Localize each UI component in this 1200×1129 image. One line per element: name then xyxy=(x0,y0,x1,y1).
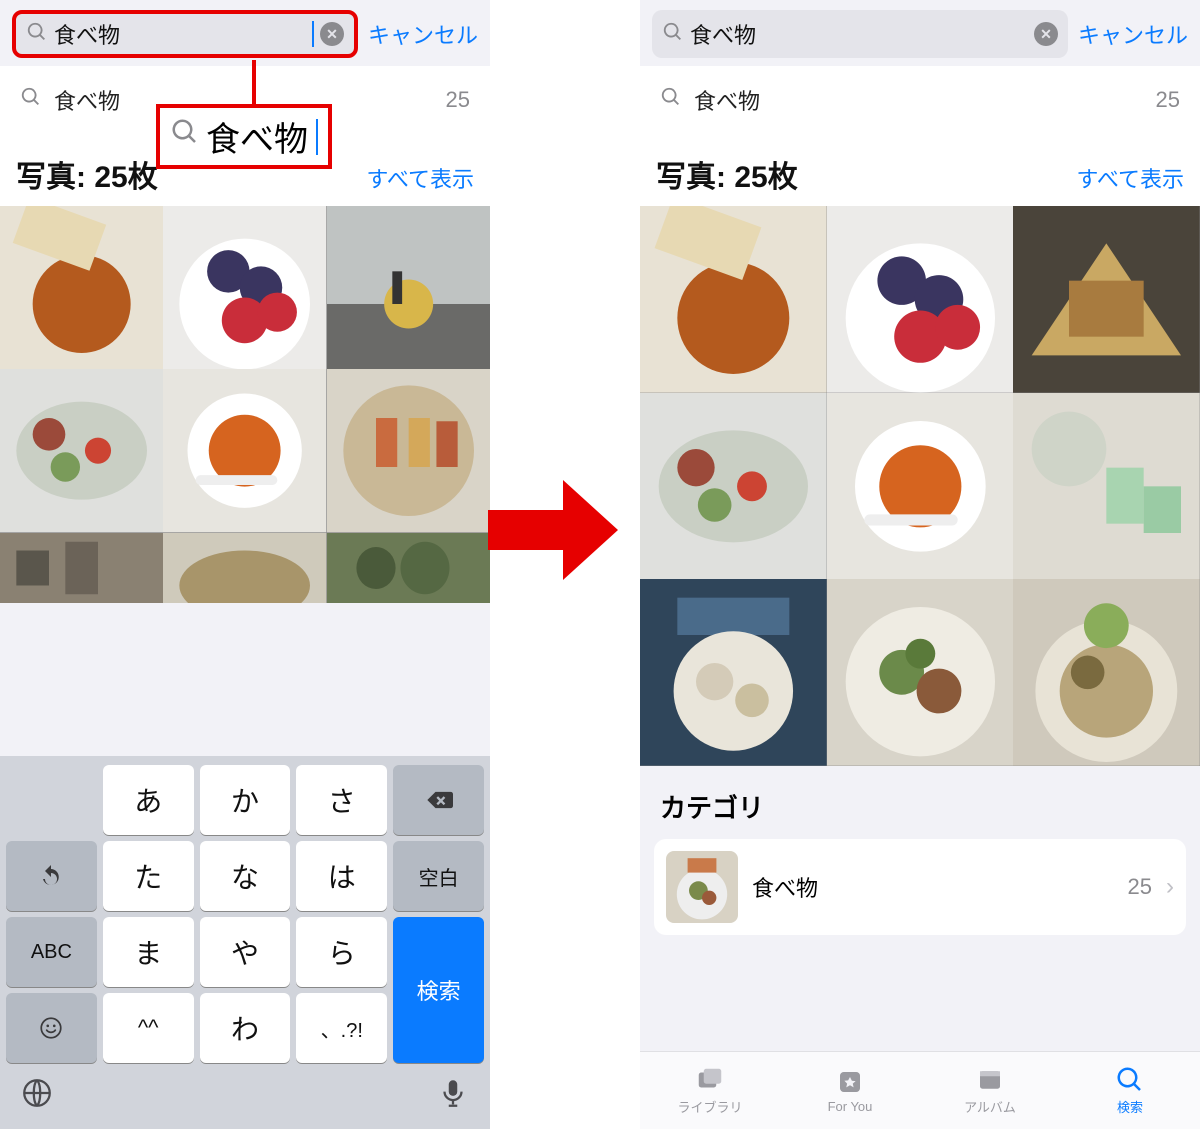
show-all-button[interactable]: すべて表示 xyxy=(1076,162,1184,194)
callout-text: 食べ物 xyxy=(206,112,308,161)
search-input[interactable]: 食べ物 ✕ xyxy=(12,10,358,58)
key[interactable]: ま xyxy=(103,917,194,987)
key[interactable]: さ xyxy=(296,765,387,835)
tab-bar: ライブラリ For You アルバム 検索 xyxy=(640,1051,1200,1129)
abc-key[interactable]: ABC xyxy=(6,917,97,987)
search-value: 食べ物 xyxy=(54,18,306,50)
category-heading: カテゴリ xyxy=(640,766,1200,839)
space-key[interactable]: 空白 xyxy=(393,841,484,911)
category-item[interactable]: 食べ物 25 › xyxy=(654,839,1186,935)
suggestion-text: 食べ物 xyxy=(694,84,760,116)
photo-thumb[interactable] xyxy=(1013,393,1200,580)
key[interactable]: や xyxy=(200,917,291,987)
emoji-key[interactable] xyxy=(6,993,97,1063)
results-title: 写真: 25枚 xyxy=(16,152,158,196)
results-title: 写真: 25枚 xyxy=(656,152,798,196)
search-icon xyxy=(660,86,682,114)
photo-grid xyxy=(640,206,1200,766)
photo-thumb[interactable] xyxy=(827,393,1014,580)
search-input[interactable]: 食べ物 ✕ xyxy=(652,10,1068,58)
backspace-key[interactable] xyxy=(393,765,484,835)
category-thumb xyxy=(666,851,738,923)
photo-thumb[interactable] xyxy=(327,369,490,532)
key[interactable]: た xyxy=(103,841,194,911)
globe-icon[interactable] xyxy=(20,1076,54,1115)
search-row: 食べ物 ✕ キャンセル xyxy=(640,0,1200,66)
search-icon xyxy=(26,21,48,48)
photo-thumb[interactable] xyxy=(163,533,326,603)
mic-icon[interactable] xyxy=(436,1076,470,1115)
suggestion-text: 食べ物 xyxy=(54,84,120,116)
arrow-annotation xyxy=(488,480,623,580)
key[interactable]: な xyxy=(200,841,291,911)
suggestion-count: 25 xyxy=(446,87,470,113)
search-key[interactable]: 検索 xyxy=(393,917,484,1063)
key[interactable]: は xyxy=(296,841,387,911)
tab-search[interactable]: 検索 xyxy=(1060,1052,1200,1129)
tab-album[interactable]: アルバム xyxy=(920,1052,1060,1129)
cancel-button[interactable]: キャンセル xyxy=(368,18,478,50)
keyboard: あ か さ た な は 空白 ABC ま や ら 検索 ^^ わ 、.?! xyxy=(0,756,490,1129)
tab-label: 検索 xyxy=(1117,1097,1143,1116)
photo-thumb[interactable] xyxy=(327,206,490,369)
key[interactable]: 、.?! xyxy=(296,993,387,1063)
results-header: 写真: 25枚 すべて表示 xyxy=(640,134,1200,206)
category-label: 食べ物 xyxy=(752,871,818,903)
key[interactable]: あ xyxy=(103,765,194,835)
key[interactable]: か xyxy=(200,765,291,835)
photo-thumb[interactable] xyxy=(640,393,827,580)
category-count: 25 xyxy=(1128,874,1152,900)
cancel-button[interactable]: キャンセル xyxy=(1078,18,1188,50)
photo-grid-partial xyxy=(0,533,490,603)
phone-left: 食べ物 ✕ キャンセル 食べ物 25 食べ物 写真: 25枚 すべて表示 xyxy=(0,0,490,1129)
annotation-callout: 食べ物 xyxy=(156,104,332,169)
search-icon xyxy=(170,117,200,156)
search-value: 食べ物 xyxy=(690,18,1028,50)
clear-icon[interactable]: ✕ xyxy=(320,22,344,46)
key[interactable]: わ xyxy=(200,993,291,1063)
phone-right: 食べ物 ✕ キャンセル 食べ物 25 写真: 25枚 すべて表示 カテゴリ 食べ… xyxy=(640,0,1200,1129)
photo-thumb[interactable] xyxy=(0,369,163,532)
photo-thumb[interactable] xyxy=(0,206,163,369)
text-caret xyxy=(312,21,314,47)
clear-icon[interactable]: ✕ xyxy=(1034,22,1058,46)
photo-thumb[interactable] xyxy=(163,206,326,369)
tab-label: ライブラリ xyxy=(677,1097,742,1116)
photo-thumb[interactable] xyxy=(0,533,163,603)
photo-thumb[interactable] xyxy=(640,206,827,393)
photo-thumb[interactable] xyxy=(327,533,490,603)
search-suggestion[interactable]: 食べ物 25 xyxy=(640,66,1200,134)
suggestion-count: 25 xyxy=(1156,87,1180,113)
photo-thumb[interactable] xyxy=(640,579,827,766)
photo-thumb[interactable] xyxy=(827,579,1014,766)
chevron-right-icon: › xyxy=(1166,873,1174,901)
photo-thumb[interactable] xyxy=(827,206,1014,393)
annotation-line xyxy=(252,60,256,108)
key[interactable]: ら xyxy=(296,917,387,987)
photo-thumb[interactable] xyxy=(1013,579,1200,766)
photo-grid xyxy=(0,206,490,533)
tab-label: アルバム xyxy=(964,1097,1016,1116)
search-row: 食べ物 ✕ キャンセル xyxy=(0,0,490,66)
search-icon xyxy=(20,86,42,114)
text-caret xyxy=(316,119,318,155)
tab-foryou[interactable]: For You xyxy=(780,1052,920,1129)
tab-label: For You xyxy=(828,1099,873,1114)
key[interactable]: ^^ xyxy=(103,993,194,1063)
search-icon xyxy=(662,21,684,48)
tab-library[interactable]: ライブラリ xyxy=(640,1052,780,1129)
photo-thumb[interactable] xyxy=(1013,206,1200,393)
undo-key[interactable] xyxy=(6,841,97,911)
show-all-button[interactable]: すべて表示 xyxy=(366,162,474,194)
photo-thumb[interactable] xyxy=(163,369,326,532)
